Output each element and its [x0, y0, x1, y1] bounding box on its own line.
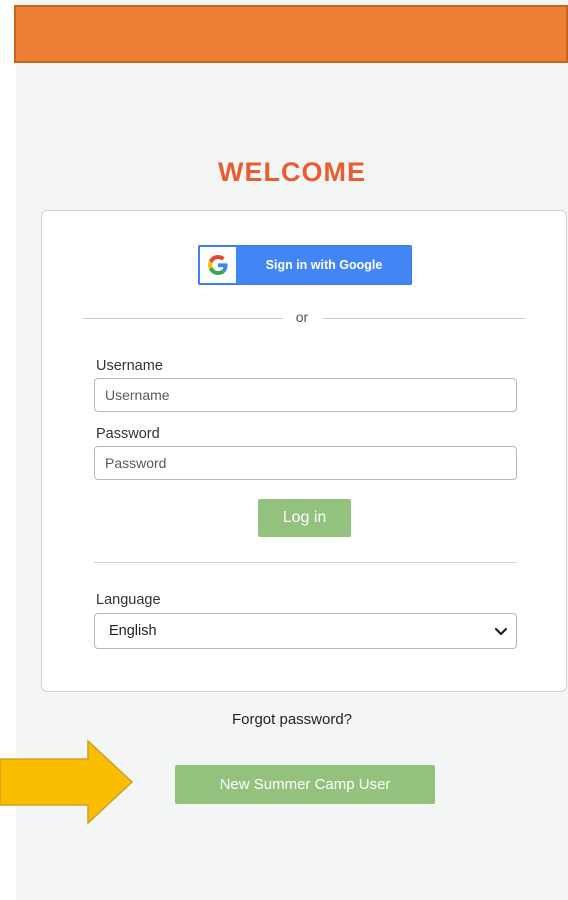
divider-line-left [83, 318, 283, 319]
chevron-down-icon [494, 627, 508, 636]
welcome-heading: WELCOME [218, 157, 366, 187]
form-separator [94, 562, 517, 563]
header-bar [14, 5, 568, 63]
arrow-right-icon [0, 739, 134, 825]
username-label: Username [96, 358, 163, 374]
forgot-password-link[interactable]: Forgot password? [16, 711, 568, 728]
language-label: Language [96, 592, 161, 608]
divider-line-right [323, 318, 525, 319]
password-input[interactable] [94, 446, 517, 480]
login-button[interactable]: Log in [258, 499, 351, 537]
language-select[interactable]: English [94, 613, 517, 649]
google-g-icon [200, 247, 236, 283]
username-input[interactable] [94, 378, 517, 412]
password-label: Password [96, 426, 160, 442]
google-sign-in-button[interactable]: Sign in with Google [198, 245, 412, 285]
divider-or-text: or [295, 309, 309, 325]
google-sign-in-label: Sign in with Google [265, 258, 383, 272]
new-summer-camp-user-button[interactable]: New Summer Camp User [175, 765, 435, 804]
language-selected-value: English [109, 623, 157, 639]
